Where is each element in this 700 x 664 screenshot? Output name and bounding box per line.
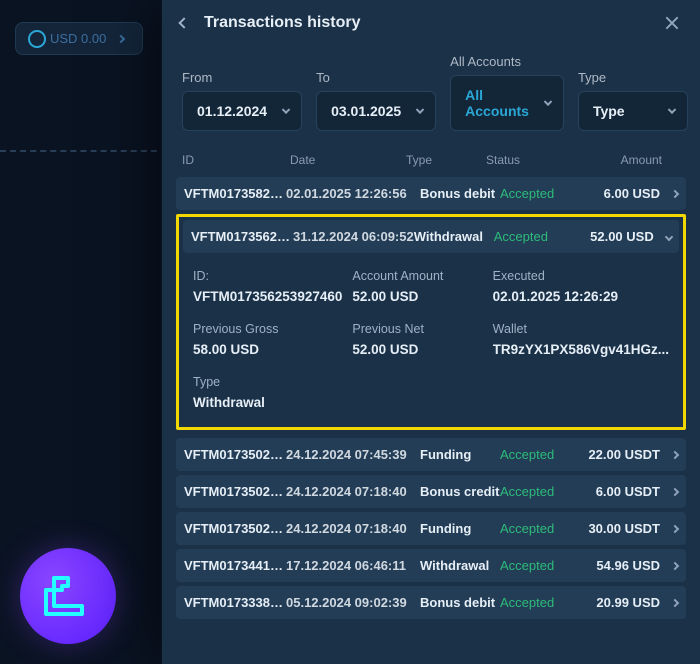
detail-wallet-value: TR9zYX1PX586Vgv41HGz... bbox=[493, 342, 669, 357]
row-type: Withdrawal bbox=[420, 558, 500, 573]
chevron-right-icon bbox=[671, 487, 679, 495]
detail-previous-gross-label: Previous Gross bbox=[193, 322, 342, 336]
type-value: Type bbox=[593, 103, 625, 119]
col-date: Date bbox=[290, 153, 406, 167]
detail-previous-net-value: 52.00 USD bbox=[352, 342, 482, 357]
detail-type-value: Withdrawal bbox=[193, 395, 342, 410]
chevron-right-icon bbox=[671, 524, 679, 532]
close-icon[interactable] bbox=[664, 15, 680, 31]
row-amount: 6.00 USDT bbox=[572, 484, 660, 499]
accounts-dropdown[interactable]: All Accounts bbox=[450, 75, 564, 131]
chevron-right-icon bbox=[117, 34, 125, 42]
detail-previous-net-label: Previous Net bbox=[352, 322, 482, 336]
row-id: VFTM017333893... bbox=[184, 595, 286, 610]
panel-title: Transactions history bbox=[204, 14, 654, 32]
chevron-down-icon bbox=[282, 106, 290, 114]
row-status: Accepted bbox=[500, 558, 572, 573]
chevron-down-icon bbox=[544, 98, 552, 106]
from-label: From bbox=[182, 70, 302, 85]
row-date: 02.01.2025 12:26:56 bbox=[286, 186, 420, 201]
row-date: 24.12.2024 07:45:39 bbox=[286, 447, 420, 462]
row-status: Accepted bbox=[500, 521, 572, 536]
chevron-down-icon bbox=[668, 106, 676, 114]
to-label: To bbox=[316, 70, 436, 85]
to-date-dropdown[interactable]: 03.01.2025 bbox=[316, 91, 436, 131]
row-date: 31.12.2024 06:09:52 bbox=[293, 229, 414, 244]
row-date: 05.12.2024 09:02:39 bbox=[286, 595, 420, 610]
row-id: VFTM017350263... bbox=[184, 447, 286, 462]
row-id: VFTM017344179... bbox=[184, 558, 286, 573]
table-row[interactable]: VFTM017358208... 02.01.2025 12:26:56 Bon… bbox=[176, 177, 686, 210]
row-id: VFTM017358208... bbox=[184, 186, 286, 201]
row-status: Accepted bbox=[494, 229, 566, 244]
from-date-dropdown[interactable]: 01.12.2024 bbox=[182, 91, 302, 131]
row-amount: 30.00 USDT bbox=[572, 521, 660, 536]
row-date: 24.12.2024 07:18:40 bbox=[286, 521, 420, 536]
balance-text: USD 0.00 bbox=[50, 31, 106, 46]
detail-account-amount-value: 52.00 USD bbox=[352, 289, 482, 304]
from-date-value: 01.12.2024 bbox=[197, 103, 267, 119]
table-row[interactable]: VFTM017344179... 17.12.2024 06:46:11 Wit… bbox=[176, 549, 686, 582]
row-type: Withdrawal bbox=[414, 229, 494, 244]
row-type: Bonus debit bbox=[420, 186, 500, 201]
col-type: Type bbox=[406, 153, 486, 167]
row-amount: 6.00 USD bbox=[572, 186, 660, 201]
to-date-value: 03.01.2025 bbox=[331, 103, 401, 119]
detail-executed-label: Executed bbox=[493, 269, 669, 283]
row-amount: 22.00 USDT bbox=[572, 447, 660, 462]
row-type: Funding bbox=[420, 521, 500, 536]
transactions-panel: Transactions history From 01.12.2024 To … bbox=[161, 0, 700, 664]
app-logo bbox=[20, 548, 116, 644]
row-id: VFTM017356253... bbox=[191, 229, 293, 244]
detail-wallet-label: Wallet bbox=[493, 322, 669, 336]
col-amount: Amount bbox=[560, 153, 662, 167]
row-type: Bonus credit bbox=[420, 484, 500, 499]
type-label: Type bbox=[578, 70, 688, 85]
row-status: Accepted bbox=[500, 484, 572, 499]
row-status: Accepted bbox=[500, 186, 572, 201]
row-type: Bonus debit bbox=[420, 595, 500, 610]
row-status: Accepted bbox=[500, 447, 572, 462]
col-id: ID bbox=[182, 153, 290, 167]
detail-id-value: VFTM017356253927460 bbox=[193, 289, 342, 304]
detail-id-label: ID: bbox=[193, 269, 342, 283]
row-type: Funding bbox=[420, 447, 500, 462]
detail-executed-value: 02.01.2025 12:26:29 bbox=[493, 289, 669, 304]
accounts-value: All Accounts bbox=[465, 87, 529, 119]
back-icon[interactable] bbox=[178, 17, 189, 28]
row-amount: 20.99 USD bbox=[572, 595, 660, 610]
table-row[interactable]: VFTM017350263... 24.12.2024 07:45:39 Fun… bbox=[176, 438, 686, 471]
table-row[interactable]: VFTM017350247... 24.12.2024 07:18:40 Fun… bbox=[176, 512, 686, 545]
chevron-right-icon bbox=[671, 561, 679, 569]
chevron-down-icon bbox=[664, 232, 672, 240]
type-dropdown[interactable]: Type bbox=[578, 91, 688, 131]
row-id: VFTM017350247... bbox=[184, 484, 286, 499]
accounts-label: All Accounts bbox=[450, 54, 564, 69]
table-row[interactable]: VFTM017356253... 31.12.2024 06:09:52 Wit… bbox=[183, 220, 679, 253]
detail-account-amount-label: Account Amount bbox=[352, 269, 482, 283]
balance-pill[interactable]: USD 0.00 bbox=[15, 22, 143, 55]
row-amount: 54.96 USD bbox=[572, 558, 660, 573]
chevron-down-icon bbox=[416, 106, 424, 114]
row-date: 17.12.2024 06:46:11 bbox=[286, 558, 420, 573]
chevron-right-icon bbox=[671, 598, 679, 606]
chevron-right-icon bbox=[671, 189, 679, 197]
expanded-row-block: VFTM017356253... 31.12.2024 06:09:52 Wit… bbox=[176, 214, 686, 430]
col-status: Status bbox=[486, 153, 560, 167]
row-amount: 52.00 USD bbox=[566, 229, 654, 244]
table-row[interactable]: VFTM017350247... 24.12.2024 07:18:40 Bon… bbox=[176, 475, 686, 508]
row-id: VFTM017350247... bbox=[184, 521, 286, 536]
detail-previous-gross-value: 58.00 USD bbox=[193, 342, 342, 357]
row-date: 24.12.2024 07:18:40 bbox=[286, 484, 420, 499]
detail-type-label: Type bbox=[193, 375, 342, 389]
chevron-right-icon bbox=[671, 450, 679, 458]
row-status: Accepted bbox=[500, 595, 572, 610]
table-row[interactable]: VFTM017333893... 05.12.2024 09:02:39 Bon… bbox=[176, 586, 686, 619]
